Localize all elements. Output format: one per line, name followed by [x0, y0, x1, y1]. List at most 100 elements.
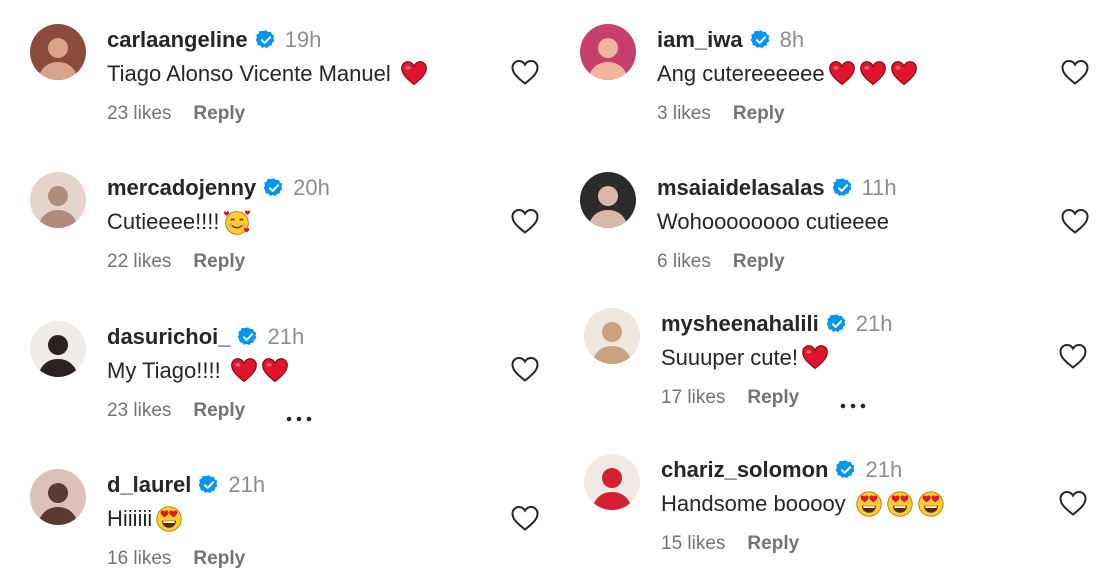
timestamp: 21h	[865, 457, 903, 482]
reply-button[interactable]: Reply	[193, 400, 245, 422]
comment-text-content: Hiiiiii	[107, 506, 153, 531]
reply-button[interactable]: Reply	[733, 103, 785, 125]
like-count[interactable]: 3 likes	[657, 103, 711, 125]
verified-badge-icon	[832, 177, 854, 199]
avatar[interactable]	[580, 24, 636, 80]
timestamp: 21h	[267, 324, 305, 349]
like-heart-icon[interactable]	[510, 355, 540, 383]
username[interactable]: mercadojenny	[107, 175, 256, 201]
reply-button[interactable]: Reply	[193, 103, 245, 125]
heart-emoji	[828, 60, 856, 88]
comment-meta: 23 likes Reply	[107, 102, 467, 126]
comment-header: mysheenahalili 21h	[661, 308, 1021, 340]
comment-body: d_laurel 21h Hiiiiii 16 likes Reply	[107, 469, 467, 571]
timestamp: 8h	[779, 27, 805, 52]
comment-meta: 23 likes Reply	[107, 399, 467, 423]
comment-body: mercadojenny 20h Cutieeee!!!! 22 likes R…	[107, 172, 467, 274]
heart-eyes-emoji	[917, 490, 945, 518]
more-options-icon[interactable]	[285, 407, 313, 422]
more-options-icon[interactable]	[839, 394, 867, 409]
comment-text: Suuuper cute!	[661, 342, 1021, 374]
like-count[interactable]: 16 likes	[107, 548, 171, 570]
heart-eyes-emoji	[886, 490, 914, 518]
like-count[interactable]: 22 likes	[107, 251, 171, 273]
comment-body: iam_iwa 8h Ang cutereeeeee 3 likes Reply	[657, 24, 1017, 126]
reply-button[interactable]: Reply	[733, 251, 785, 273]
comment-body: chariz_solomon 21h Handsome booooy 15 li…	[661, 454, 1021, 556]
comment-body: dasurichoi_ 21h My Tiago!!!! 23 likes Re…	[107, 321, 467, 423]
username[interactable]: msaiaidelasalas	[657, 175, 825, 201]
smiling-hearts-emoji	[223, 208, 251, 236]
comment-text: Hiiiiii	[107, 503, 467, 535]
comment-header: dasurichoi_ 21h	[107, 321, 467, 353]
comment-text-content: Suuuper cute!	[661, 345, 798, 370]
username[interactable]: dasurichoi_	[107, 324, 230, 350]
comment-text: Tiago Alonso Vicente Manuel	[107, 58, 467, 90]
like-heart-icon[interactable]	[1058, 489, 1088, 517]
like-heart-icon[interactable]	[1060, 58, 1090, 86]
username[interactable]: iam_iwa	[657, 27, 743, 53]
like-count[interactable]: 23 likes	[107, 103, 171, 125]
timestamp: 11h	[861, 175, 897, 200]
comment-header: chariz_solomon 21h	[661, 454, 1021, 486]
comment-text: Handsome booooy	[661, 488, 1021, 520]
username[interactable]: mysheenahalili	[661, 311, 819, 337]
comment-header: mercadojenny 20h	[107, 172, 467, 204]
comment-meta: 16 likes Reply	[107, 547, 467, 571]
verified-badge-icon	[255, 29, 277, 51]
avatar[interactable]	[580, 172, 636, 228]
verified-badge-icon	[263, 177, 285, 199]
comment-header: carlaangeline 19h	[107, 24, 467, 56]
avatar[interactable]	[30, 172, 86, 228]
verified-badge-icon	[835, 459, 857, 481]
comment-body: msaiaidelasalas 11h Wohoooooooo cutieeee…	[657, 172, 1017, 274]
username[interactable]: carlaangeline	[107, 27, 248, 53]
avatar[interactable]	[584, 454, 640, 510]
like-heart-icon[interactable]	[1060, 207, 1090, 235]
like-count[interactable]: 15 likes	[661, 533, 725, 555]
comment-text: Ang cutereeeeee	[657, 58, 1017, 90]
avatar[interactable]	[30, 469, 86, 525]
comment-text-content: Wohoooooooo cutieeee	[657, 209, 890, 234]
comment-header: iam_iwa 8h	[657, 24, 1017, 56]
like-heart-icon[interactable]	[1058, 342, 1088, 370]
reply-button[interactable]: Reply	[193, 251, 245, 273]
comment-text-content: Tiago Alonso Vicente Manuel	[107, 61, 397, 86]
timestamp: 20h	[293, 175, 330, 200]
comment-header: d_laurel 21h	[107, 469, 467, 501]
comment-text: Wohoooooooo cutieeee	[657, 206, 1017, 238]
reply-button[interactable]: Reply	[747, 387, 799, 409]
comment-text-content: My Tiago!!!!	[107, 358, 227, 383]
comment-text-content: Cutieeee!!!!	[107, 209, 220, 234]
heart-emoji	[890, 60, 918, 88]
like-heart-icon[interactable]	[510, 504, 540, 532]
like-count[interactable]: 23 likes	[107, 400, 171, 422]
comment-text-content: Ang cutereeeeee	[657, 61, 825, 86]
comment-meta: 3 likes Reply	[657, 102, 1017, 126]
verified-badge-icon	[237, 326, 259, 348]
username[interactable]: d_laurel	[107, 472, 191, 498]
reply-button[interactable]: Reply	[747, 533, 799, 555]
like-heart-icon[interactable]	[510, 58, 540, 86]
comment-text: My Tiago!!!!	[107, 355, 467, 387]
heart-emoji	[230, 357, 258, 385]
avatar[interactable]	[30, 24, 86, 80]
reply-button[interactable]: Reply	[193, 548, 245, 570]
verified-badge-icon	[826, 313, 848, 335]
timestamp: 21h	[855, 311, 893, 336]
heart-eyes-emoji	[855, 490, 883, 518]
comment-body: mysheenahalili 21h Suuuper cute! 17 like…	[661, 308, 1021, 410]
heart-emoji	[400, 60, 428, 88]
comment-body: carlaangeline 19h Tiago Alonso Vicente M…	[107, 24, 467, 126]
like-heart-icon[interactable]	[510, 207, 540, 235]
like-count[interactable]: 6 likes	[657, 251, 711, 273]
timestamp: 19h	[284, 27, 322, 52]
comment-meta: 17 likes Reply	[661, 386, 1021, 410]
timestamp: 21h	[228, 472, 266, 497]
like-count[interactable]: 17 likes	[661, 387, 725, 409]
username[interactable]: chariz_solomon	[661, 457, 828, 483]
heart-emoji	[261, 357, 289, 385]
avatar[interactable]	[30, 321, 86, 377]
avatar[interactable]	[584, 308, 640, 364]
heart-emoji	[859, 60, 887, 88]
